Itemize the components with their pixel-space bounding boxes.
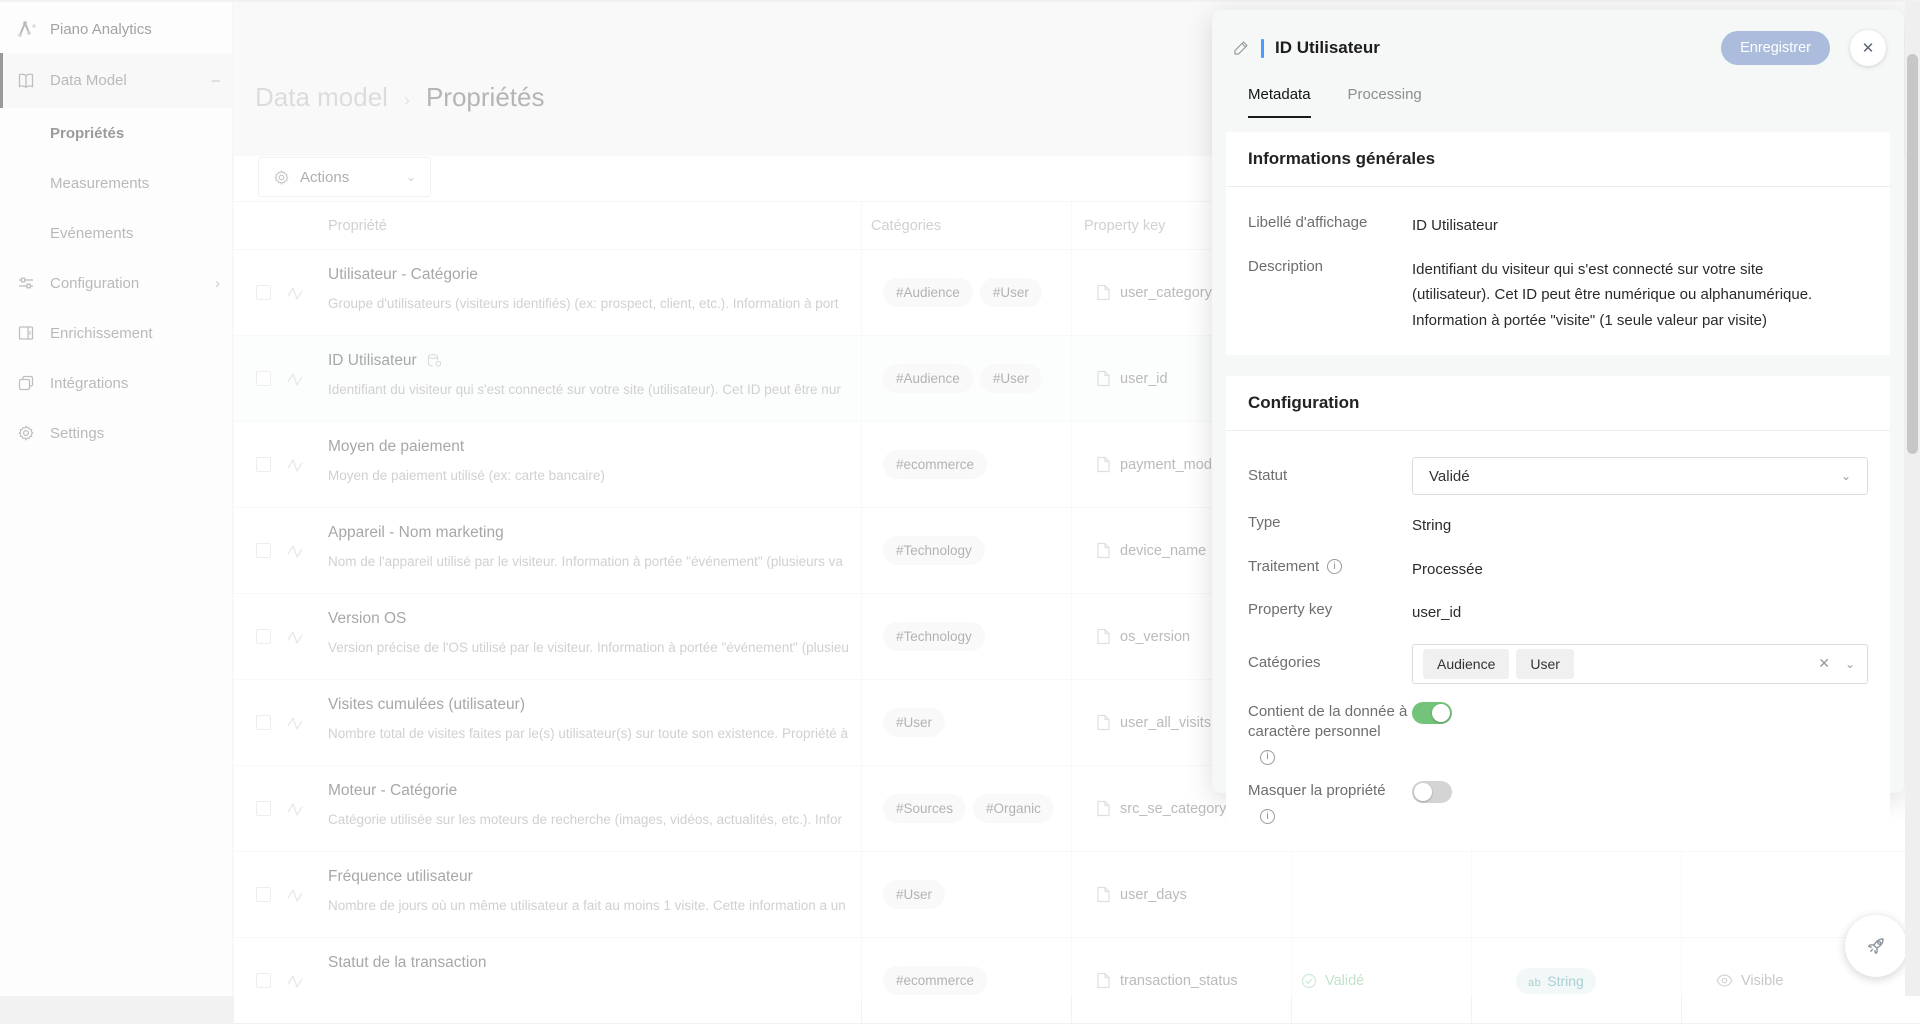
panel-title: ID Utilisateur (1275, 38, 1710, 58)
section-informations-generales: Informations générales Libellé d'afficha… (1226, 132, 1890, 355)
property-key-label: Property key (1248, 600, 1412, 620)
type-value: String (1412, 513, 1868, 539)
section-title: Configuration (1226, 376, 1890, 431)
traitement-label: Traitementi (1248, 557, 1412, 577)
hide-property-label: Masquer la propriété i (1248, 781, 1412, 827)
display-label: Libellé d'affichage (1248, 213, 1412, 233)
section-title: Informations générales (1226, 132, 1890, 187)
panel-body: Informations générales Libellé d'afficha… (1212, 118, 1904, 849)
categories-label: Catégories (1248, 653, 1412, 673)
scrollbar-thumb[interactable] (1907, 54, 1918, 454)
title-caret (1261, 39, 1264, 58)
close-icon[interactable]: ✕ (1850, 30, 1886, 66)
traitement-value: Processée (1412, 557, 1868, 583)
description-label: Description (1248, 257, 1412, 277)
save-button[interactable]: Enregistrer (1721, 31, 1830, 65)
statut-value: Validé (1429, 468, 1841, 485)
categories-multiselect[interactable]: Audience User ✕ ⌄ (1412, 644, 1868, 684)
chevron-down-icon: ⌄ (1841, 469, 1851, 483)
rocket-fab-button[interactable] (1845, 915, 1907, 977)
info-icon[interactable]: i (1260, 750, 1275, 765)
pencil-icon[interactable] (1232, 39, 1250, 57)
tab-processing[interactable]: Processing (1348, 86, 1422, 118)
tab-metadata[interactable]: Metadata (1248, 86, 1311, 118)
vertical-scrollbar[interactable] (1905, 2, 1920, 996)
info-icon[interactable]: i (1327, 559, 1342, 574)
type-label: Type (1248, 513, 1412, 533)
rocket-icon (1864, 934, 1888, 958)
section-configuration: Configuration Statut Validé ⌄ Type Strin… (1226, 376, 1890, 849)
description-value: Identifiant du visiteur qui s'est connec… (1412, 257, 1868, 334)
panel-header: ID Utilisateur Enregistrer ✕ (1212, 10, 1904, 66)
clear-icon[interactable]: ✕ (1818, 655, 1830, 672)
panel-tabs: Metadata Processing (1212, 66, 1904, 118)
chevron-down-icon[interactable]: ⌄ (1845, 657, 1855, 671)
personal-data-label: Contient de la donnée à caractère person… (1248, 702, 1412, 768)
category-tag[interactable]: User (1516, 649, 1574, 679)
statut-label: Statut (1248, 466, 1412, 486)
property-detail-panel: ID Utilisateur Enregistrer ✕ Metadata Pr… (1212, 10, 1904, 793)
statut-select[interactable]: Validé ⌄ (1412, 457, 1868, 495)
personal-data-toggle[interactable] (1412, 702, 1452, 724)
property-key-value: user_id (1412, 600, 1868, 626)
display-value: ID Utilisateur (1412, 213, 1868, 239)
category-tag[interactable]: Audience (1423, 649, 1509, 679)
hide-property-toggle[interactable] (1412, 781, 1452, 803)
info-icon[interactable]: i (1260, 809, 1275, 824)
